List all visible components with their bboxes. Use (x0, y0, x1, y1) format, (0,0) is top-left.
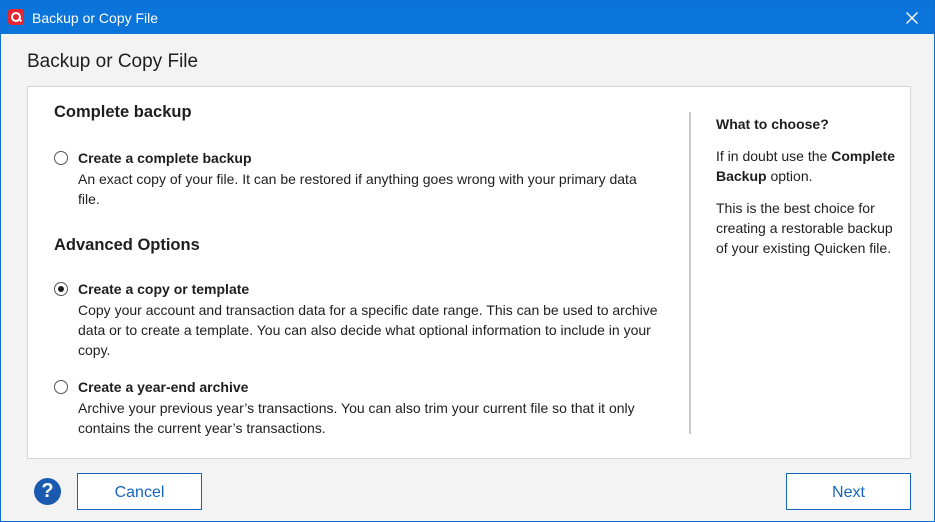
complete-backup-option[interactable]: Create a complete backup An exact copy o… (54, 149, 654, 209)
complete-backup-heading: Complete backup (54, 103, 192, 121)
help-icon[interactable]: ? (34, 478, 61, 505)
quicken-logo-icon (8, 9, 24, 25)
complete-backup-label: Create a complete backup (78, 150, 252, 166)
year-end-archive-label: Create a year-end archive (78, 379, 249, 395)
advanced-options-heading: Advanced Options (54, 236, 200, 254)
window-title: Backup or Copy File (32, 10, 159, 26)
cancel-button[interactable]: Cancel (77, 473, 202, 510)
next-button[interactable]: Next (786, 473, 911, 510)
options-panel: Complete backup Create a complete backup… (27, 86, 911, 459)
advice-prefix: If in doubt use the (716, 148, 828, 164)
sidebar-recommendation-text: This is the best choice for creating a r… (716, 200, 893, 256)
complete-backup-radio[interactable] (54, 151, 68, 165)
year-end-archive-radio[interactable] (54, 380, 68, 394)
dialog-heading: Backup or Copy File (27, 51, 199, 72)
sidebar-advice-text: If in doubt use the Complete Backup opti… (716, 146, 901, 186)
panel-divider (689, 112, 691, 434)
copy-template-radio[interactable] (54, 282, 68, 296)
close-button[interactable] (890, 1, 934, 34)
dialog-window: Backup or Copy File Backup or Copy File … (0, 0, 935, 522)
year-end-archive-option[interactable]: Create a year-end archive Archive your p… (54, 378, 654, 438)
year-end-archive-description: Archive your previous year’s transaction… (78, 400, 635, 436)
copy-template-description: Copy your account and transaction data f… (78, 302, 658, 358)
what-to-choose-heading: What to choose? (716, 116, 829, 132)
advice-suffix: option. (770, 168, 813, 184)
close-icon (906, 12, 918, 24)
copy-template-label: Create a copy or template (78, 281, 250, 297)
title-bar: Backup or Copy File (1, 1, 934, 34)
complete-backup-description: An exact copy of your file. It can be re… (78, 171, 637, 207)
copy-template-option[interactable]: Create a copy or template Copy your acco… (54, 280, 658, 360)
